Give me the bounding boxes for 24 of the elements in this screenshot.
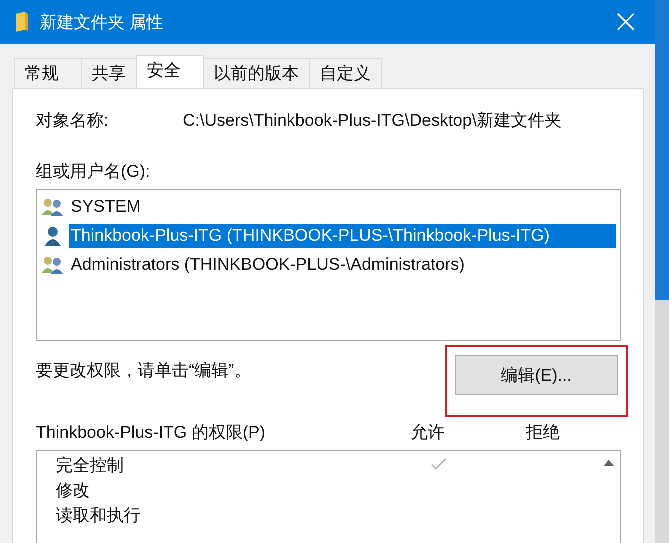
check-icon	[431, 458, 447, 470]
permission-name: 读取和执行	[56, 505, 142, 527]
folder-icon	[15, 12, 29, 32]
tab[interactable]: 安全	[136, 55, 204, 88]
groups-label: 组或用户名(G):	[36, 161, 150, 183]
allow-column-header: 允许	[411, 422, 446, 444]
object-name-label: 对象名称:	[36, 110, 110, 132]
deny-column-header: 拒绝	[526, 422, 560, 444]
object-path: C:\Users\Thinkbook-Plus-ITG\Desktop\新建文件夹	[183, 110, 562, 132]
user-list-item[interactable]: SYSTEM	[69, 195, 616, 219]
permission-name: 修改	[56, 480, 91, 502]
permission-name: 完全控制	[56, 455, 125, 477]
close-icon[interactable]	[617, 13, 635, 31]
window-title: 新建文件夹 属性	[40, 12, 165, 34]
permissions-label: Thinkbook-Plus-ITG 的权限(P)	[36, 422, 267, 444]
scroll-up-icon[interactable]	[604, 460, 614, 466]
users-icon	[41, 198, 65, 216]
user-list-item[interactable]: Thinkbook-Plus-ITG (THINKBOOK-PLUS-\Thinkbook-Plus-ITG)	[69, 224, 616, 248]
tab[interactable]: 自定义	[309, 58, 382, 88]
edit-button[interactable]: 编辑(E)...	[455, 355, 618, 395]
edit-hint: 要更改权限，请单击“编辑”。	[36, 360, 252, 382]
users-icon	[41, 256, 65, 274]
user-list-item[interactable]: Administrators (THINKBOOK-PLUS-\Administrators)	[69, 253, 616, 277]
tab[interactable]: 常规	[14, 58, 82, 88]
